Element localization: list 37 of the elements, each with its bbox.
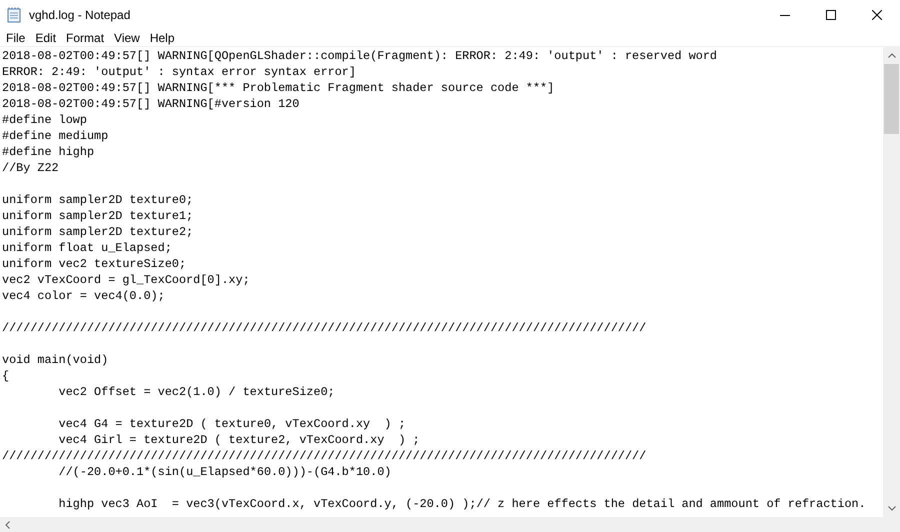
code-line: vec4 Girl = texture2D ( texture2, vTexCoord.xy ) ; xyxy=(58,433,420,447)
code-line: uniform float u_Elapsed; xyxy=(2,241,172,255)
code-line: uniform sampler2D texture2; xyxy=(2,225,194,239)
notepad-icon xyxy=(7,7,21,23)
code-line: highp vec3 AoI = vec3(vTexCoord.x, vTexCoord.y, (-20.0) );// z here effects the detail and ammount of refraction. xyxy=(58,497,866,511)
code-line: uniform sampler2D texture0; xyxy=(2,193,194,207)
code-line: uniform sampler2D texture1; xyxy=(2,209,194,223)
code-line: #define lowp xyxy=(2,113,87,127)
code-line: //By Z22 xyxy=(2,161,59,175)
code-line: 2018-08-02T00:49:57[] WARNING[#version 120 xyxy=(2,97,300,111)
code-line: 2018-08-02T00:49:57[] WARNING[*** Problematic Fragment shader source code ***] xyxy=(2,81,554,95)
window-title: vghd.log - Notepad xyxy=(29,7,130,24)
code-line: 2018-08-02T00:49:57[] WARNING[QOpenGLShader::compile(Fragment): ERROR: 2:49: 'output' : reserved word xyxy=(2,49,718,63)
code-line: vec2 Offset = vec2(1.0) / textureSize0; xyxy=(58,385,335,399)
minimize-icon xyxy=(780,14,790,16)
code-line: vec4 color = vec4(0.0); xyxy=(2,289,165,303)
menu-item[interactable]: Help xyxy=(144,29,180,47)
close-icon xyxy=(872,10,882,20)
horizontal-scrollbar[interactable] xyxy=(0,517,900,532)
code-line: /////////////////////////////////////////////////////////////////////////////////////////// xyxy=(2,449,646,463)
menu-item[interactable]: Edit xyxy=(30,29,62,47)
vertical-scrollbar[interactable] xyxy=(883,47,900,517)
code-line: vec2 vTexCoord = gl_TexCoord[0].xy; xyxy=(2,273,250,287)
code-line: /////////////////////////////////////////////////////////////////////////////////////////// xyxy=(2,321,646,335)
code-line: #define mediump xyxy=(2,129,108,143)
code-line: void main(void) xyxy=(2,353,108,367)
code-line: { xyxy=(2,369,10,383)
scrollbar-thumb[interactable] xyxy=(884,64,899,134)
code-line: uniform vec2 textureSize0; xyxy=(2,257,186,271)
code-line: vec4 G4 = texture2D ( texture0, vTexCoord.xy ) ; xyxy=(58,417,406,431)
maximize-icon xyxy=(826,10,836,20)
menu-item[interactable]: View xyxy=(109,29,145,47)
code-line: #define highp xyxy=(2,145,94,159)
menu-item[interactable]: File xyxy=(1,29,30,47)
code-line: //(-20.0+0.1*(sin(u_Elapsed*60.0)))-(G4.b*10.0) xyxy=(58,465,392,479)
menu-item[interactable]: Format xyxy=(61,29,110,47)
code-line: ERROR: 2:49: 'output' : syntax error syntax error] xyxy=(2,65,356,79)
